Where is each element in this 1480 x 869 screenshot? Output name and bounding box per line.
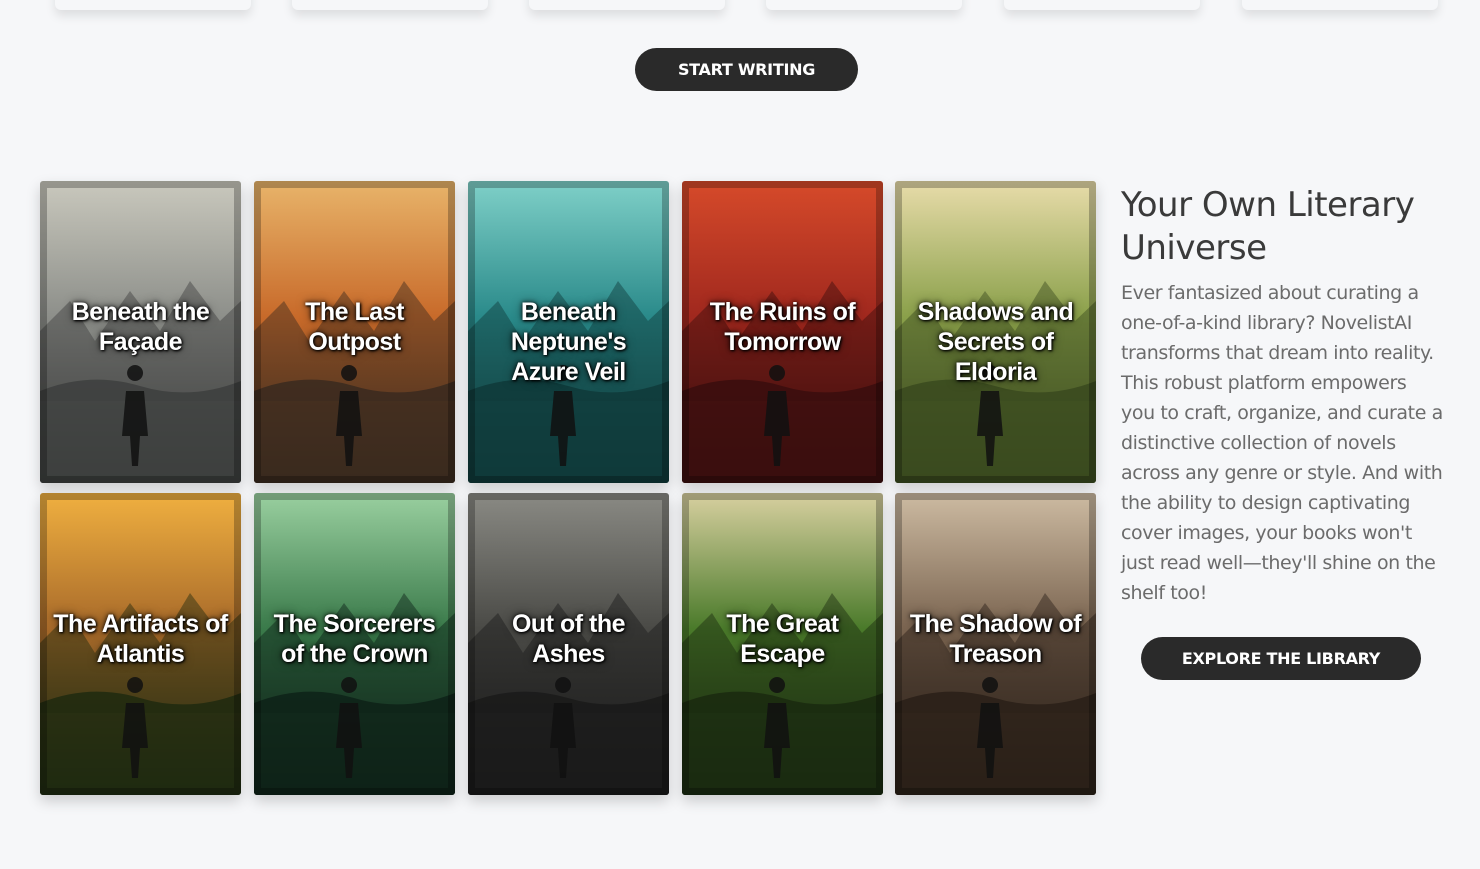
explore-library-button[interactable]: EXPLORE THE LIBRARY <box>1141 637 1421 680</box>
book-title: Shadows and Secrets of Eldoria <box>917 298 1074 386</box>
book-card[interactable]: The Artifacts of Atlantis <box>40 493 241 795</box>
previous-section-cards <box>0 0 1480 20</box>
book-title: The Artifacts of Atlantis <box>53 610 228 668</box>
book-card[interactable]: Shadows and Secrets of Eldoria <box>895 181 1096 483</box>
book-card[interactable]: Out of the Ashes <box>468 493 669 795</box>
book-card[interactable]: The Last Outpost <box>254 181 455 483</box>
book-card[interactable]: The Sorcerers of the Crown <box>254 493 455 795</box>
start-writing-button[interactable]: START WRITING <box>635 48 858 91</box>
book-card[interactable]: The Ruins of Tomorrow <box>682 181 883 483</box>
book-title: The Sorcerers of the Crown <box>273 610 436 668</box>
partial-card <box>55 0 251 10</box>
book-card[interactable]: Beneath the Façade <box>40 181 241 483</box>
book-title: The Great Escape <box>726 610 839 668</box>
book-title: Beneath the Façade <box>71 298 210 356</box>
section-heading: Your Own Literary Universe <box>1121 185 1415 268</box>
book-card[interactable]: The Shadow of Treason <box>895 493 1096 795</box>
section-description: Ever fantasized about curating a one-of-… <box>1121 282 1443 604</box>
book-grid: Beneath the Façade The Last Outpost Bene… <box>40 181 1096 795</box>
book-title: The Last Outpost <box>305 298 404 356</box>
book-title: The Ruins of Tomorrow <box>709 298 856 356</box>
book-card[interactable]: Beneath Neptune's Azure Veil <box>468 181 669 483</box>
book-title: Out of the Ashes <box>511 610 626 668</box>
partial-card <box>292 0 488 10</box>
book-title: The Shadow of Treason <box>909 610 1082 668</box>
partial-card <box>1004 0 1200 10</box>
partial-card <box>529 0 725 10</box>
library-intro: Your Own Literary Universe Ever fantasiz… <box>1121 184 1451 608</box>
book-title: Beneath Neptune's Azure Veil <box>510 298 627 386</box>
partial-card <box>766 0 962 10</box>
book-card[interactable]: The Great Escape <box>682 493 883 795</box>
partial-card <box>1242 0 1438 10</box>
